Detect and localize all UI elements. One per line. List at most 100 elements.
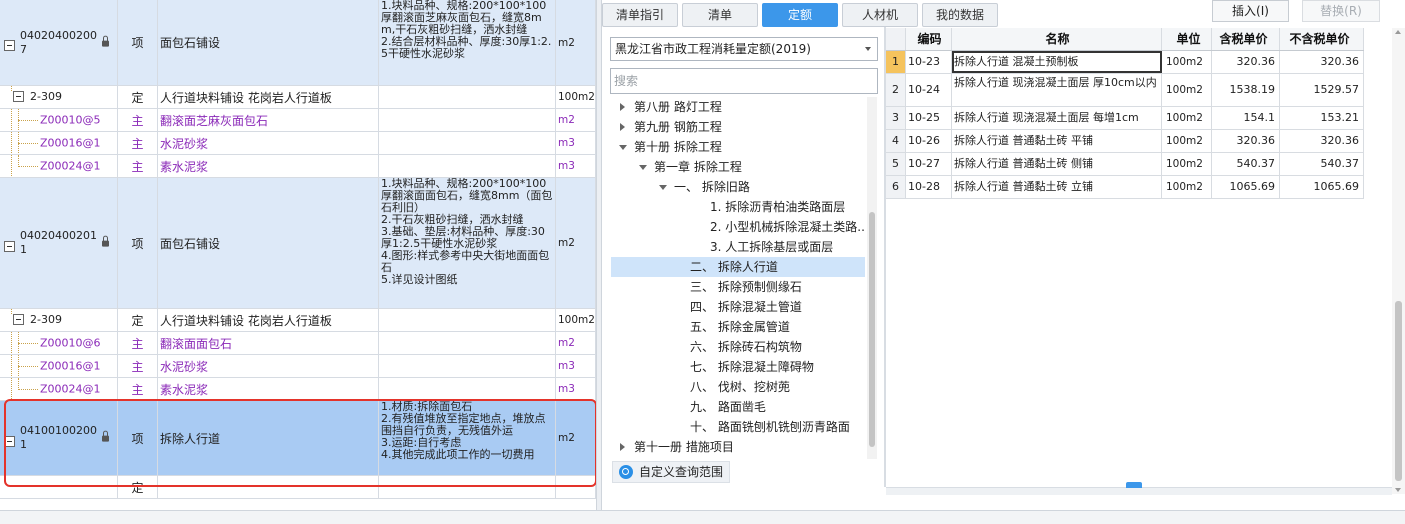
tree-node[interactable]: 五、 拆除金属管道	[611, 317, 865, 337]
code-cell[interactable]: Z00024@1	[0, 378, 118, 400]
table-cell[interactable]: 拆除人行道 普通黏土砖 平铺	[952, 130, 1162, 152]
type-cell[interactable]: 项	[118, 178, 158, 308]
tree-node[interactable]: 十、 路面铣刨机铣刨沥青路面	[611, 417, 865, 437]
quota-library-select[interactable]: 黑龙江省市政工程消耗量定额(2019)	[610, 37, 878, 61]
unit-cell[interactable]: m2	[556, 178, 596, 308]
table-cell[interactable]: 100m2	[1162, 51, 1212, 73]
tab-list-guide[interactable]: 清单指引	[602, 3, 678, 27]
type-cell[interactable]: 项	[118, 401, 158, 475]
code-cell[interactable]: 2-309	[0, 309, 118, 331]
tree-node[interactable]: 八、 伐树、挖树蔸	[611, 377, 865, 397]
material-row[interactable]: Z00024@1 主 素水泥浆 m3	[0, 378, 596, 401]
table-cell[interactable]: 10-28	[906, 176, 952, 198]
unit-cell[interactable]: m3	[556, 355, 596, 377]
replace-button[interactable]: 替换(R)	[1302, 0, 1380, 22]
result-scrollbar[interactable]	[1392, 28, 1405, 494]
name-cell[interactable]: 人行道块料铺设 花岗岩人行道板	[158, 86, 379, 108]
code-cell[interactable]	[0, 476, 118, 498]
tree-node[interactable]: 一、 拆除旧路	[611, 177, 865, 197]
type-cell[interactable]: 定	[118, 476, 158, 498]
code-cell[interactable]: 040204002011	[0, 178, 118, 308]
chevron-down-icon[interactable]	[659, 185, 667, 190]
table-row[interactable]: 5 10-27 拆除人行道 普通黏土砖 侧铺 100m2 540.37 540.37	[886, 153, 1364, 176]
chevron-down-icon[interactable]	[639, 165, 647, 170]
name-cell[interactable]: 水泥砂浆	[158, 132, 379, 154]
bill-item-row[interactable]: 040204002011 项 面包石铺设 1.块料品种、规格:200*100*100厚…	[0, 178, 596, 309]
table-cell[interactable]: 100m2	[1162, 176, 1212, 198]
type-cell[interactable]: 定	[118, 309, 158, 331]
feature-cell[interactable]	[379, 378, 556, 400]
material-row[interactable]: Z00016@1 主 水泥砂浆 m3	[0, 132, 596, 155]
code-cell[interactable]: Z00024@1	[0, 155, 118, 177]
name-cell[interactable]: 人行道块料铺设 花岗岩人行道板	[158, 309, 379, 331]
chevron-right-icon[interactable]	[620, 123, 625, 131]
unit-cell[interactable]	[556, 476, 596, 498]
unit-cell[interactable]: m3	[556, 155, 596, 177]
collapse-icon[interactable]	[13, 91, 24, 102]
tree-node[interactable]: 第九册 钢筋工程	[611, 117, 865, 137]
unit-cell[interactable]: m2	[556, 332, 596, 354]
collapse-icon[interactable]	[13, 314, 24, 325]
tree-node[interactable]: 2. 小型机械拆除混凝土类路...	[611, 217, 865, 237]
feature-cell[interactable]: 1.材质:拆除面包石 2.有残值堆放至指定地点，堆放点围挡自行负责，无残值外运 …	[379, 401, 556, 475]
scroll-thumb[interactable]	[869, 212, 875, 447]
table-row[interactable]: 1 10-23 拆除人行道 混凝土预制板 100m2 320.36 320.36	[886, 51, 1364, 74]
material-row[interactable]: Z00024@1 主 素水泥浆 m3	[0, 155, 596, 178]
table-cell[interactable]: 320.36	[1212, 130, 1280, 152]
code-cell[interactable]: Z00010@5	[0, 109, 118, 131]
table-row[interactable]: 2 10-24 拆除人行道 现浇混凝土面层 厚10cm以内 100m2 1538.19 1…	[886, 74, 1364, 107]
table-cell[interactable]: 拆除人行道 普通黏土砖 立铺	[952, 176, 1162, 198]
tree-node[interactable]: 四、 拆除混凝土管道	[611, 297, 865, 317]
tab-quota[interactable]: 定额	[762, 3, 838, 27]
tree-scrollbar[interactable]	[867, 97, 877, 459]
chevron-down-icon[interactable]	[619, 145, 627, 150]
feature-cell[interactable]	[379, 309, 556, 331]
tree-node[interactable]: 二、 拆除人行道	[611, 257, 865, 277]
type-cell[interactable]: 定	[118, 86, 158, 108]
table-cell[interactable]: 6	[886, 176, 906, 198]
code-cell[interactable]: 040204002007	[0, 0, 118, 85]
tree-node[interactable]: 九、 路面凿毛	[611, 397, 865, 417]
feature-cell[interactable]	[379, 86, 556, 108]
tree-node[interactable]: 七、 拆除混凝土障碍物	[611, 357, 865, 377]
tree-node[interactable]: 第八册 路灯工程	[611, 97, 865, 117]
tab-bill[interactable]: 清单	[682, 3, 758, 27]
table-cell[interactable]: 100m2	[1162, 74, 1212, 106]
table-cell[interactable]: 540.37	[1280, 153, 1364, 175]
table-cell[interactable]: 10-24	[906, 74, 952, 106]
tab-my-data[interactable]: 我的数据	[922, 3, 998, 27]
name-cell[interactable]: 拆除人行道	[158, 401, 379, 475]
feature-cell[interactable]	[379, 476, 556, 498]
column-header[interactable]	[886, 28, 906, 50]
table-cell[interactable]: 10-23	[906, 51, 952, 73]
column-header[interactable]: 名称	[952, 28, 1162, 50]
material-row[interactable]: Z00010@6 主 翻滚面面包石 m2	[0, 332, 596, 355]
type-cell[interactable]: 主	[118, 332, 158, 354]
table-cell[interactable]: 拆除人行道 现浇混凝土面层 厚10cm以内	[952, 74, 1162, 106]
tree-node[interactable]: 三、 拆除预制侧缘石	[611, 277, 865, 297]
table-cell[interactable]: 10-25	[906, 107, 952, 129]
feature-cell[interactable]	[379, 355, 556, 377]
unit-cell[interactable]: m2	[556, 0, 596, 85]
table-row[interactable]: 3 10-25 拆除人行道 现浇混凝土面层 每增1cm 100m2 154.1 153.2…	[886, 107, 1364, 130]
type-cell[interactable]: 项	[118, 0, 158, 85]
unit-cell[interactable]: 100m2	[556, 86, 596, 108]
name-cell[interactable]: 水泥砂浆	[158, 355, 379, 377]
feature-cell[interactable]	[379, 132, 556, 154]
unit-cell[interactable]: m2	[556, 109, 596, 131]
scroll-down-icon[interactable]	[1395, 488, 1401, 492]
name-cell[interactable]: 素水泥浆	[158, 155, 379, 177]
table-cell[interactable]: 3	[886, 107, 906, 129]
table-cell[interactable]: 10-27	[906, 153, 952, 175]
tree-node[interactable]: 六、 拆除砖石构筑物	[611, 337, 865, 357]
splitter-bar[interactable]	[886, 482, 1392, 495]
name-cell[interactable]: 翻滚面芝麻灰面包石	[158, 109, 379, 131]
table-cell[interactable]: 320.36	[1280, 51, 1364, 73]
table-cell[interactable]: 100m2	[1162, 107, 1212, 129]
unit-cell[interactable]: m3	[556, 132, 596, 154]
type-cell[interactable]: 主	[118, 355, 158, 377]
table-cell[interactable]: 拆除人行道 混凝土预制板	[952, 51, 1162, 73]
bill-item-row[interactable]: 040204002007 项 面包石铺设 1.块料品种、规格:200*100*100厚…	[0, 0, 596, 86]
feature-cell[interactable]	[379, 109, 556, 131]
tab-labor-material-machine[interactable]: 人材机	[842, 3, 918, 27]
